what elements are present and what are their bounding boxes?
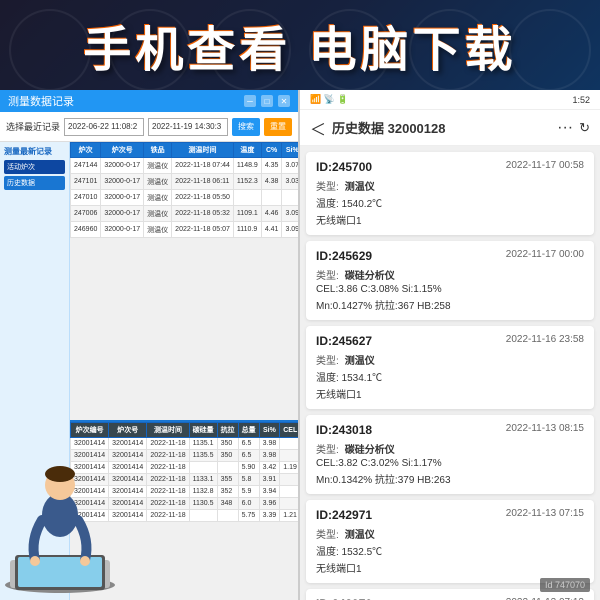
main-area: 测量数据记录 ─ □ ✕ 选择最近记录 搜索 重置 测量最新记录 活动炉次 历史… [0, 90, 600, 600]
card-data-2b: Mn:0.1427% 抗拉:367 HB:258 [316, 297, 584, 312]
card-id-4: ID:243018 [316, 423, 372, 437]
right-panel: 📶 📡 🔋 1:52 ＜ 历史数据 32000128 ··· ↻ ID:2457… [300, 90, 600, 600]
mobile-card-5[interactable]: ID:242971 2022-11-13 07:15 类型: 测温仪 温度: 1… [306, 500, 594, 583]
minimize-btn[interactable]: ─ [244, 95, 256, 107]
mobile-card-3[interactable]: ID:245627 2022-11-16 23:58 类型: 测温仪 温度: 1… [306, 326, 594, 409]
bt-col1: 炉次编号 [71, 423, 109, 438]
bt-col7: Si% [259, 423, 280, 438]
reset-button[interactable]: 重置 [264, 118, 292, 136]
table-row: 32001414 32001414 2022-11-18 1133.1 355 … [71, 474, 299, 486]
card-data-4a: CEL:3.82 C:3.02% Si:1.17% [316, 458, 584, 469]
bottom-table-area: 炉次编号 炉次号 测温时间 碳硅量 抗拉 总量 Si% CEL HB [70, 420, 298, 600]
type-label-1: 类型: [316, 178, 339, 193]
main-table: 炉次 炉次号 铁品 测温时间 温度 C% Si% CEL 抗拉 结果 [70, 142, 298, 238]
search-button[interactable]: 搜索 [232, 118, 260, 136]
table-row: 247101 32000-0-17 测温仪 2022-11-18 06:11 1… [71, 174, 299, 190]
mobile-navbar: ＜ 历史数据 32000128 ··· ↻ [300, 110, 600, 146]
toolbar-label: 选择最近记录 [6, 120, 60, 133]
col-c: C% [261, 143, 282, 158]
id-badge: Id 747070 [540, 578, 590, 592]
pc-titlebar-text: 测量数据记录 [8, 93, 239, 109]
bt-col3: 测温时间 [147, 423, 189, 438]
col-furnace: 炉次 [71, 143, 101, 158]
card-id-3: ID:245627 [316, 334, 372, 348]
table-row: 32001414 32001414 2022-11-18 1130.5 348 … [71, 498, 299, 510]
mobile-card-list: ID:245700 2022-11-17 00:58 类型: 测温仪 温度: 1… [300, 146, 600, 600]
card-id-2: ID:245629 [316, 249, 372, 263]
pc-content: 测量最新记录 活动炉次 历史数据 炉次 炉次号 铁品 [0, 142, 298, 600]
table-row: 247144 32000-0-17 测温仪 2022-11-18 07:44 1… [71, 158, 299, 174]
back-button[interactable]: ＜ [310, 116, 326, 140]
pc-table-area: 炉次 炉次号 铁品 测温时间 温度 C% Si% CEL 抗拉 结果 [70, 142, 298, 600]
card-date-2: 2022-11-17 00:00 [506, 249, 584, 263]
type-value-1: 测温仪 [345, 178, 375, 193]
type-label-4: 类型: [316, 441, 339, 456]
bt-col8: CEL [280, 423, 298, 438]
maximize-btn[interactable]: □ [261, 95, 273, 107]
top-banner: 手机查看 电脑下载 [0, 0, 600, 90]
table-row: 32001414 32001414 2022-11-18 1135.5 350 … [71, 450, 299, 462]
table-row: 32001414 32001414 2022-11-18 1135.1 350 … [71, 438, 299, 450]
sidebar-item-history[interactable]: 历史数据 [4, 176, 65, 190]
left-panel: 测量数据记录 ─ □ ✕ 选择最近记录 搜索 重置 测量最新记录 活动炉次 历史… [0, 90, 300, 600]
pc-toolbar: 选择最近记录 搜索 重置 [0, 112, 298, 142]
bt-col2: 炉次号 [109, 423, 147, 438]
table-row: 32001414 32001414 2022-11-18 1132.8 352 … [71, 486, 299, 498]
mobile-frame: 📶 📡 🔋 1:52 ＜ 历史数据 32000128 ··· ↻ ID:2457… [300, 90, 600, 600]
col-type: 铁品 [144, 143, 172, 158]
type-label-2: 类型: [316, 267, 339, 282]
mobile-card-1[interactable]: ID:245700 2022-11-17 00:58 类型: 测温仪 温度: 1… [306, 152, 594, 235]
mobile-title: 历史数据 32000128 [332, 118, 551, 137]
pc-sidebar: 测量最新记录 活动炉次 历史数据 [0, 142, 70, 600]
card-temp-3: 温度: 1534.1℃ [316, 369, 584, 384]
card-port-5: 无线端口1 [316, 560, 584, 575]
banner-text: 手机查看 电脑下载 [83, 10, 516, 80]
bottom-table: 炉次编号 炉次号 测温时间 碳硅量 抗拉 总量 Si% CEL HB [70, 422, 298, 522]
col-si: Si% [282, 143, 298, 158]
card-date-1: 2022-11-17 00:58 [506, 160, 584, 174]
type-label-5: 类型: [316, 526, 339, 541]
card-data-4b: Mn:0.1342% 抗拉:379 HB:263 [316, 471, 584, 486]
col-time: 测温时间 [172, 143, 234, 158]
table-row: 246960 32000-0-17 测温仪 2022-11-18 05:07 1… [71, 222, 299, 238]
pc-titlebar: 测量数据记录 ─ □ ✕ [0, 90, 298, 112]
sidebar-title: 测量最新记录 [4, 146, 65, 157]
type-value-2: 碳硅分析仪 [345, 267, 395, 282]
card-temp-1: 温度: 1540.2℃ [316, 195, 584, 210]
mobile-card-4[interactable]: ID:243018 2022-11-13 08:15 类型: 碳硅分析仪 CEL… [306, 415, 594, 494]
card-date-5: 2022-11-13 07:15 [506, 508, 584, 522]
card-id-1: ID:245700 [316, 160, 372, 174]
pc-window: 测量数据记录 ─ □ ✕ 选择最近记录 搜索 重置 测量最新记录 活动炉次 历史… [0, 90, 298, 600]
type-value-5: 测温仪 [345, 526, 375, 541]
bt-col6: 总量 [238, 423, 259, 438]
type-value-3: 测温仪 [345, 352, 375, 367]
sidebar-item-active[interactable]: 活动炉次 [4, 160, 65, 174]
bt-col4: 碳硅量 [189, 423, 217, 438]
card-date-4: 2022-11-13 08:15 [506, 423, 584, 437]
card-id-5: ID:242971 [316, 508, 372, 522]
card-port-3: 无线端口1 [316, 386, 584, 401]
date-start-input[interactable] [64, 118, 144, 136]
card-temp-5: 温度: 1532.5℃ [316, 543, 584, 558]
bt-col5: 抗拉 [217, 423, 238, 438]
type-value-4: 碳硅分析仪 [345, 441, 395, 456]
card-data-2a: CEL:3.86 C:3.08% Si:1.15% [316, 284, 584, 295]
status-icons-left: 📶 📡 🔋 [310, 94, 349, 105]
table-row: 32001414 32001414 2022-11-18 5.90 3.42 1… [71, 462, 299, 474]
table-row: 32001414 32001414 2022-11-18 5.75 3.39 1… [71, 510, 299, 522]
date-end-input[interactable] [148, 118, 228, 136]
table-row: 247006 32000-0-17 测温仪 2022-11-18 05:32 1… [71, 206, 299, 222]
status-time: 1:52 [572, 95, 590, 105]
mobile-card-2[interactable]: ID:245629 2022-11-17 00:00 类型: 碳硅分析仪 CEL… [306, 241, 594, 320]
card-date-3: 2022-11-16 23:58 [506, 334, 584, 348]
refresh-button[interactable]: ↻ [579, 120, 590, 136]
type-label-3: 类型: [316, 352, 339, 367]
col-temp: 温度 [233, 143, 261, 158]
card-port-1: 无线端口1 [316, 212, 584, 227]
table-row: 247010 32000-0-17 测温仪 2022-11-18 05:50 [71, 190, 299, 206]
menu-dots-button[interactable]: ··· [557, 119, 573, 137]
close-btn[interactable]: ✕ [278, 95, 290, 107]
col-furnaceno: 炉次号 [101, 143, 144, 158]
mobile-statusbar: 📶 📡 🔋 1:52 [300, 90, 600, 110]
